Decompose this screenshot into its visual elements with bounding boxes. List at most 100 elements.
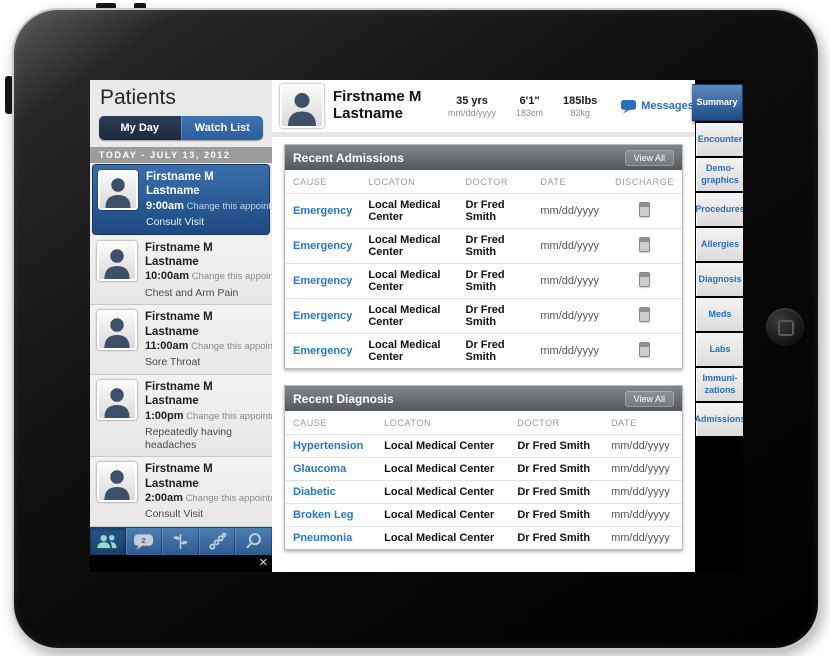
doctor-cell: Dr Fred Smith [457, 298, 533, 334]
patient-name: Firstname M Lastname [333, 88, 437, 123]
date-cell: mm/dd/yyyy [532, 263, 608, 299]
cause-link[interactable]: Pneumonia [293, 532, 352, 544]
patient-name: Firstname M Lastname [145, 463, 213, 490]
cause-link[interactable]: Diabetic [293, 486, 336, 498]
date-cell: mm/dd/yyyy [532, 228, 608, 264]
sidebar-tab-labs[interactable]: Labs [696, 333, 743, 366]
column-header: LOCATON [376, 411, 510, 435]
date-cell: mm/dd/yyyy [603, 480, 682, 504]
sidebar-tab-summary[interactable]: Summary [692, 84, 743, 121]
appointment-time: 9:00am [146, 199, 184, 212]
change-appointment-link[interactable]: Change this appointment [186, 493, 272, 504]
discharge-document-icon[interactable] [639, 307, 651, 322]
appointment-time: 11:00am [145, 340, 189, 353]
stat-height-value: 6'1" [519, 94, 540, 107]
change-appointment-link[interactable]: Change this appointment [187, 201, 272, 212]
cause-link[interactable]: Broken Leg [293, 509, 354, 521]
patient-avatar [98, 170, 138, 210]
appointment-list-item[interactable]: Firstname M Lastname 10:00am Change this … [90, 235, 272, 306]
cause-link[interactable]: Emergency [293, 310, 352, 322]
appointment-list-item[interactable]: Firstname M Lastname 11:00am Change this … [90, 305, 272, 376]
cause-link[interactable]: Glaucoma [293, 463, 346, 475]
messages-dropdown[interactable]: Messages ▾ [620, 99, 702, 114]
table-row[interactable]: Emergency Local Medical Center Dr Fred Smi… [285, 263, 682, 299]
toolbar-patients-button[interactable] [90, 528, 126, 555]
recent-diagnosis-title: Recent Diagnosis [293, 391, 394, 406]
table-row[interactable]: Glaucoma Local Medical Center Dr Fred Smit… [285, 457, 682, 481]
cause-link[interactable]: Hypertension [293, 440, 363, 452]
appointment-reason: Repeatedly having headaches [145, 426, 232, 451]
date-cell: mm/dd/yyyy [532, 298, 608, 334]
diagnosis-view-all-button[interactable]: View All [624, 390, 674, 407]
location-cell: Local Medical Center [360, 298, 458, 334]
appointment-list-item[interactable]: Firstname M Lastname 9:00am Change this a… [92, 164, 272, 235]
tab-my-day[interactable]: My Day [99, 116, 181, 140]
column-header: LOCATON [360, 170, 458, 194]
sidebar-tab-demographics[interactable]: Demo- graphics [696, 158, 743, 191]
close-icon[interactable]: ✕ [259, 555, 268, 571]
table-row[interactable]: Hypertension Local Medical Center Dr Fred … [285, 434, 682, 458]
discharge-document-icon[interactable] [639, 202, 651, 217]
table-row[interactable]: Pneumonia Local Medical Center Dr Fred Smi… [285, 527, 682, 550]
patient-name: Firstname M Lastname [146, 171, 214, 198]
toolbar-directions-button[interactable] [162, 528, 199, 555]
home-button[interactable] [766, 308, 804, 346]
patients-icon [95, 533, 120, 550]
change-appointment-link[interactable]: Change this appointment [191, 341, 272, 352]
appointment-time: 10:00am [145, 270, 190, 283]
sidebar-tab-immunizations[interactable]: Immuni- zations [696, 368, 743, 401]
tab-watch-list[interactable]: Watch List [180, 116, 263, 140]
sidebar-tab-encounter[interactable]: Encounter [696, 123, 743, 156]
sidebar-tab-admissions[interactable]: Admissions [695, 403, 743, 436]
patient-avatar [280, 84, 324, 128]
recent-admissions-header: Recent Admissions View All [285, 145, 682, 170]
patient-name: Firstname M Lastname [145, 311, 213, 338]
sidebar-tab-allergies[interactable]: Allergies [696, 228, 743, 261]
date-cell: mm/dd/yyyy [540, 345, 600, 357]
location-cell: Local Medical Center [376, 480, 510, 504]
doctor-cell: Dr Fred Smith [509, 457, 604, 481]
column-header: DOCTOR [457, 170, 533, 194]
cause-link[interactable]: Emergency [293, 205, 352, 217]
column-header: DISCHARGE [607, 170, 682, 194]
message-bubble-icon [620, 99, 637, 114]
appointment-reason: Chest and Arm Pain [145, 286, 239, 299]
table-row[interactable]: Emergency Local Medical Center Dr Fred Smi… [285, 228, 682, 264]
table-row[interactable]: Diabetic Local Medical Center Dr Fred Smit… [285, 480, 682, 504]
discharge-document-icon[interactable] [639, 237, 651, 252]
patient-avatar [97, 240, 137, 281]
appointment-list-item[interactable]: Firstname M Lastname 1:00pm Change this a… [90, 375, 272, 458]
toolbar-search-button[interactable] [235, 528, 272, 555]
app-screen: Patients My Day Watch List TODAY - JULY … [90, 80, 743, 572]
change-appointment-link[interactable]: Change this appointment [186, 411, 272, 422]
record-nav-sidebar: Summary Encounter Demo- graphics Procedures… [692, 80, 743, 572]
sidebar-tab-diagnosis[interactable]: Diagnosis [696, 263, 743, 296]
table-row[interactable]: Emergency Local Medical Center Dr Fred Smi… [285, 298, 682, 334]
sidebar-tab-procedures[interactable]: Procedures [695, 193, 743, 226]
admissions-table: CAUSE LOCATON DOCTOR DATE DISCHARGE Emergenc… [285, 170, 682, 368]
panel-under-bar: ✕ [90, 555, 272, 572]
location-cell: Local Medical Center [360, 228, 458, 264]
change-appointment-link[interactable]: Change this appointment [192, 271, 272, 282]
admissions-view-all-button[interactable]: View All [624, 149, 674, 166]
appointment-list-item[interactable]: Firstname M Lastname 2:00am Change this a… [90, 457, 272, 527]
patient-summary-header: Firstname M Lastname 35 yrs mm/dd/yyyy 6… [272, 80, 743, 137]
table-row[interactable]: Emergency Local Medical Center Dr Fred Smi… [285, 193, 682, 229]
table-row[interactable]: Emergency Local Medical Center Dr Fred Smi… [285, 334, 682, 369]
sidebar-tab-meds[interactable]: Meds [696, 298, 743, 331]
table-row[interactable]: Broken Leg Local Medical Center Dr Fred Sm… [285, 503, 682, 527]
diagnosis-table: CAUSE LOCATON DOCTOR DATE Hypertension Local… [285, 411, 682, 549]
cause-link[interactable]: Emergency [293, 345, 352, 357]
appointment-time: 2:00am [145, 492, 183, 505]
cause-link[interactable]: Emergency [293, 275, 352, 287]
discharge-document-icon[interactable] [639, 272, 651, 287]
stat-age-dob: mm/dd/yyyy [448, 107, 497, 118]
patient-first-name: Firstname M [333, 88, 422, 106]
appointment-reason: Consult Visit [145, 508, 204, 521]
toolbar-messages-button[interactable]: 2 [125, 528, 163, 555]
cause-link[interactable]: Emergency [293, 240, 352, 252]
toolbar-links-button[interactable] [198, 528, 236, 555]
discharge-document-icon[interactable] [639, 342, 651, 357]
directions-icon [171, 532, 190, 551]
patients-panel: Patients My Day Watch List TODAY - JULY … [90, 80, 272, 572]
